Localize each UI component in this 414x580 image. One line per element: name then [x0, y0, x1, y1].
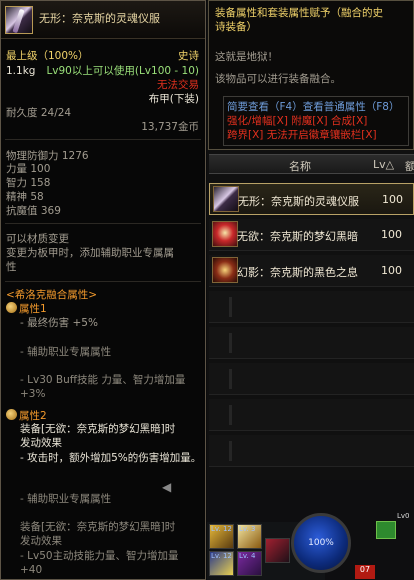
game-hud: Lv. 12 Lv. 3 Lv. 12 Lv. 4 100% Lv0 07: [207, 480, 414, 580]
attr2-line: - 辅助职业专属属性: [20, 493, 112, 505]
empty-row: [209, 435, 414, 467]
list-header: 名称 Lv△ 额: [209, 154, 414, 174]
material-change: 可以材质变更: [6, 233, 69, 245]
skill-slot[interactable]: Lv. 4: [237, 551, 262, 576]
skill-slot[interactable]: Lv. 12: [209, 524, 234, 549]
robe-icon: [213, 186, 239, 212]
fusion-line: 该物品可以进行装备融合。: [215, 73, 341, 85]
level-tag: Lv0: [397, 512, 410, 520]
item-rarity: 史诗: [178, 50, 199, 62]
empty-row: [209, 327, 414, 359]
tooltip-header: 无形：奈克斯的灵魂仪服: [1, 1, 205, 39]
list-item[interactable]: 无形：奈克斯的灵魂仪服 100: [209, 183, 414, 215]
stat-line: 智力 158: [6, 177, 51, 189]
item-level: 100: [381, 264, 402, 277]
skill-level: Lv. 12: [211, 525, 232, 533]
enhance-line: 强化/增幅[X] 附魔[X] 合成[X]: [227, 115, 368, 127]
attribute-icon: [6, 409, 17, 420]
stat-line: 精神 58: [6, 191, 44, 203]
skill-level: Lv. 3: [239, 525, 256, 533]
item-title: 无形：奈克斯的灵魂仪服: [39, 12, 160, 25]
item-name: 无欲：奈克斯的梦幻黑暗: [237, 230, 358, 243]
item-type: 布甲(下装): [148, 93, 199, 105]
attr2-line: 发动效果: [20, 535, 62, 547]
divider: [5, 223, 201, 224]
skill-slot[interactable]: [265, 538, 290, 563]
list-item[interactable]: 幻影：奈克斯的黑色之息 100: [209, 255, 414, 287]
attr2-line: 装备[无欲：奈克斯的梦幻黑暗]时: [20, 423, 176, 435]
attribute-2-title: 属性2: [6, 409, 47, 423]
black-breath-icon: [212, 257, 238, 283]
material-note: 性: [6, 261, 17, 273]
attr1-line: - Lv30 Buff技能 力量、智力增加量: [20, 374, 186, 386]
item-name: 幻影：奈克斯的黑色之息: [237, 266, 358, 279]
chevron-left-icon[interactable]: ◀: [162, 480, 186, 496]
attr1-line: +3%: [20, 388, 46, 400]
fusion-title: <希洛克融合属性>: [6, 289, 98, 301]
item-level: 100: [381, 228, 402, 241]
item-name: 无形：奈克斯的灵魂仪服: [238, 195, 359, 208]
item-level: 100: [382, 193, 403, 206]
column-name[interactable]: 名称: [289, 158, 311, 174]
crossover-line: 跨界[X] 无法开启徽章镶嵌栏[X]: [227, 129, 377, 141]
level-requirement: Lv90以上可以使用(Lv100 - 10): [46, 65, 199, 77]
empty-row: [209, 291, 414, 323]
attribute-1-label: 属性1: [19, 303, 47, 315]
list-item[interactable]: 无欲：奈克斯的梦幻黑暗 100: [209, 219, 414, 251]
attribute-icon: [6, 302, 17, 313]
fusion-info-box: 装备属性和套装属性赋予（融合的史 诗装备） 这就是地狱！ 该物品可以进行装备融合…: [208, 0, 414, 150]
orb-percent: 100%: [308, 538, 334, 548]
count-badge: 07: [355, 565, 375, 579]
empty-row: [209, 363, 414, 395]
robe-icon: [5, 6, 33, 34]
column-level[interactable]: Lv△: [373, 158, 394, 171]
skill-level: Lv. 12: [211, 552, 232, 560]
skill-slot[interactable]: Lv. 12: [209, 551, 234, 576]
stat-line: 物理防御力 1276: [6, 150, 89, 162]
stat-line: 抗魔值 369: [6, 205, 61, 217]
attribute-1-title: 属性1: [6, 302, 47, 316]
item-grade: 最上级（100%）: [6, 50, 89, 62]
attr2-line: - Lv50主动技能力量、智力增加量: [20, 550, 179, 562]
mp-orb: 100%: [291, 513, 351, 573]
divider: [5, 139, 201, 140]
trade-status: 无法交易: [157, 79, 199, 91]
attr2-line: +40: [20, 564, 43, 576]
info-header: 诗装备）: [215, 21, 257, 33]
item-weight: 1.1kg: [6, 65, 36, 77]
attribute-2-label: 属性2: [19, 410, 47, 422]
dark-dream-icon: [212, 221, 238, 247]
skill-slot[interactable]: Lv. 3: [237, 524, 262, 549]
attr2-line: - 攻击时，额外增加5%的伤害增加量。: [20, 452, 202, 464]
column-extra[interactable]: 额: [405, 158, 414, 174]
attr1-line: - 最终伤害 +5%: [20, 317, 98, 329]
attr2-line: 装备[无欲：奈克斯的梦幻黑暗]时: [20, 521, 176, 533]
hell-line: 这就是地狱！: [215, 51, 278, 63]
item-price: 13,737金币: [141, 121, 199, 133]
menu-button[interactable]: [376, 521, 396, 539]
durability: 耐久度 24/24: [6, 107, 72, 119]
attr1-line: - 辅助职业专属属性: [20, 346, 112, 358]
info-header: 装备属性和套装属性赋予（融合的史: [215, 7, 383, 19]
attr2-line: 发动效果: [20, 437, 62, 449]
empty-row: [209, 399, 414, 431]
material-note: 变更为板甲时，添加辅助职业专属属: [6, 247, 174, 259]
divider: [5, 281, 201, 282]
view-shortcut-line[interactable]: 简要查看（F4）查看普通属性（F8）: [227, 101, 399, 114]
skill-level: Lv. 4: [239, 552, 256, 560]
stat-line: 力量 100: [6, 163, 51, 175]
